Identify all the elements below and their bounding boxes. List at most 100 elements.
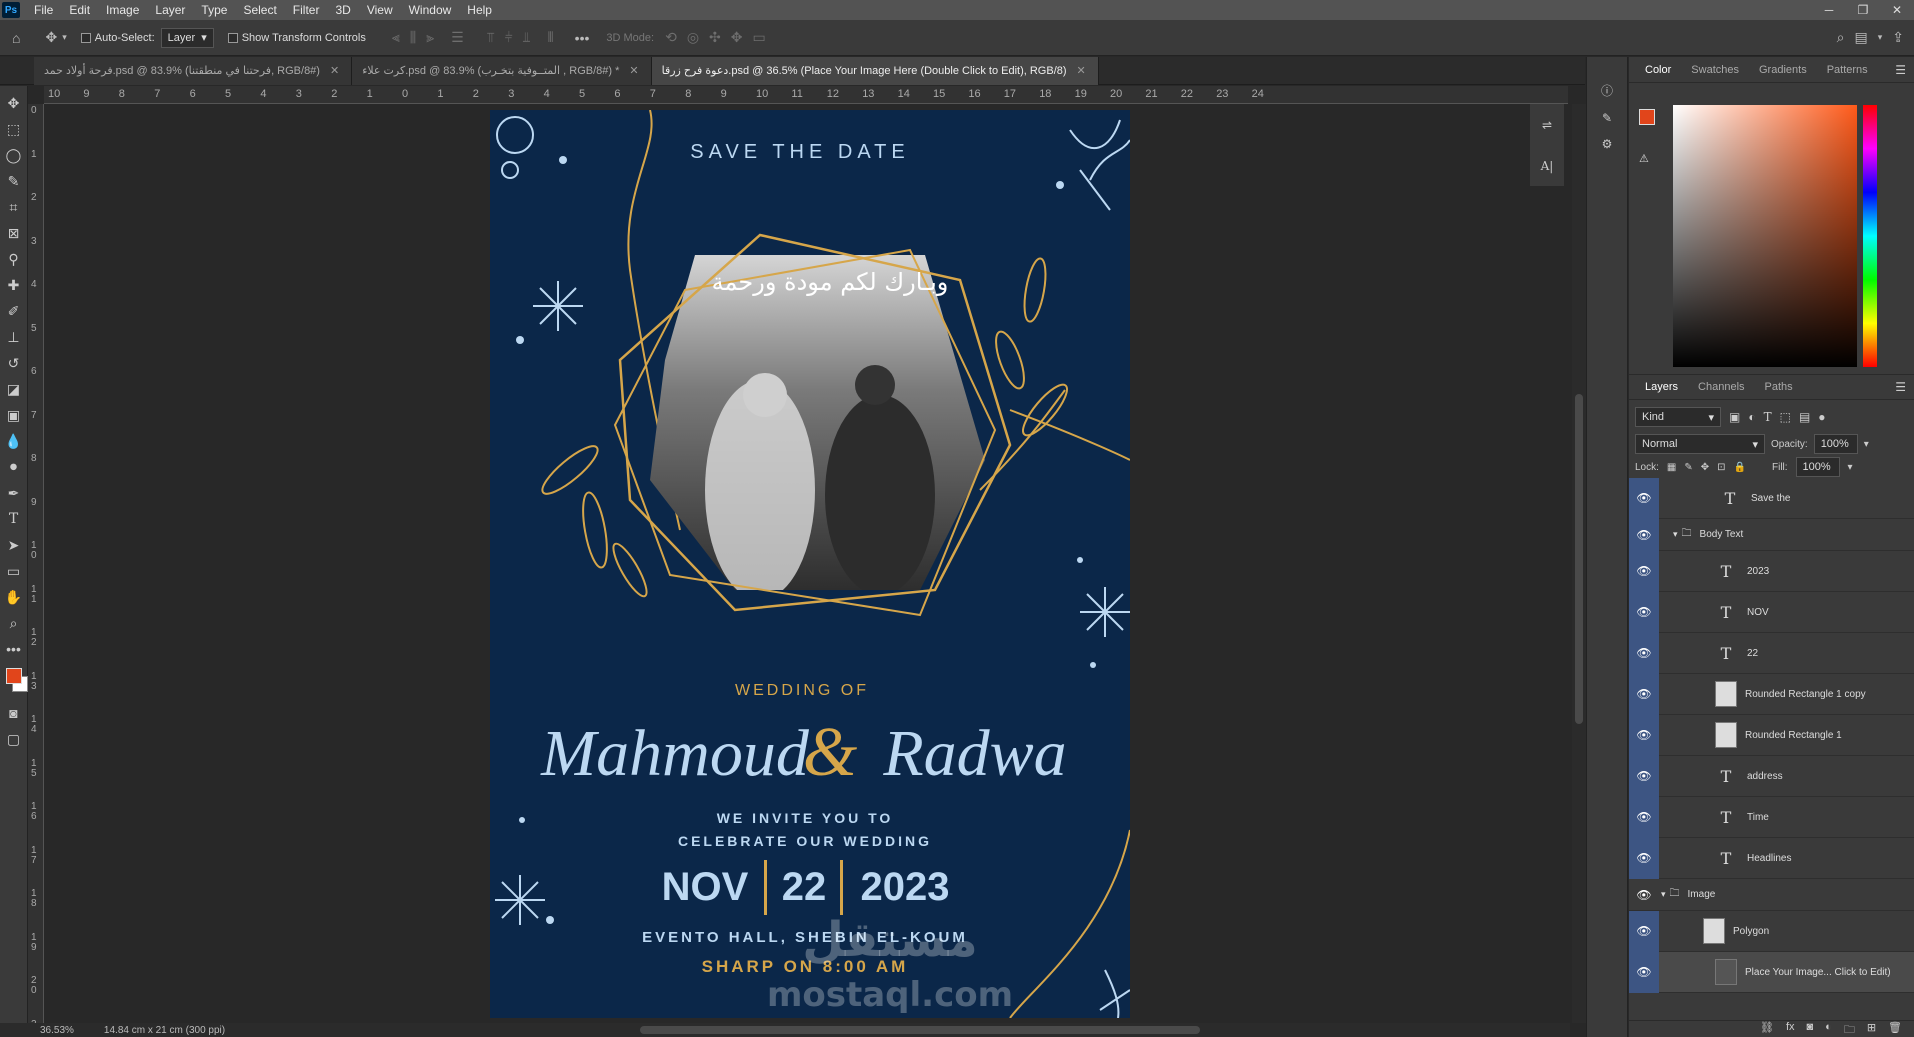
layer-row-place-your-image[interactable]: 👁 Place Your Image... Click to Edit) [1629,951,1914,993]
fill-input[interactable]: 100% [1795,457,1840,477]
more-tools-icon[interactable]: ••• [3,636,25,662]
search-icon[interactable]: ⌕ [1837,29,1845,46]
3d-camera-icon[interactable]: ▭ [753,29,766,46]
lock-transparency-icon[interactable]: ▦ [1667,462,1676,473]
filter-kind-dropdown[interactable]: Kind ▾ [1635,407,1721,427]
add-mask-icon[interactable]: ◙ [1807,1021,1814,1037]
menu-file[interactable]: File [26,0,61,20]
menu-image[interactable]: Image [98,0,147,20]
visibility-eye-icon[interactable]: 👁 [1629,714,1659,756]
brush-tool-icon[interactable]: ✐ [3,298,25,324]
tab-document-3[interactable]: دعوة فرح زرقا.psd @ 36.5% (Place Your Im… [651,57,1099,85]
visibility-eye-icon[interactable]: 👁 [1629,550,1659,592]
zoom-tool-icon[interactable]: ⌕ [3,610,25,636]
layer-row-time[interactable]: 👁 T Time [1629,796,1914,838]
visibility-eye-icon[interactable]: 👁 [1629,951,1659,993]
chevron-down-icon[interactable]: ▾ [1848,462,1853,473]
visibility-eye-icon[interactable]: 👁 [1629,910,1659,952]
align-left-icon[interactable]: ⫷ [392,29,400,46]
layer-style-icon[interactable]: fx [1786,1021,1795,1037]
layer-row-nov[interactable]: 👁 T NOV [1629,591,1914,633]
lock-artboard-icon[interactable]: ⊡ [1717,462,1725,473]
menu-help[interactable]: Help [459,0,500,20]
lock-all-icon[interactable]: 🔒 [1734,462,1746,473]
chevron-down-icon[interactable]: ▾ [1878,32,1883,43]
layer-row-headlines[interactable]: 👁 T Headlines [1629,837,1914,879]
tab-gradients[interactable]: Gradients [1749,64,1817,76]
filter-pixel-icon[interactable]: ▣ [1729,410,1740,424]
lock-pixels-icon[interactable]: ✎ [1684,462,1692,473]
color-picker-field[interactable] [1673,105,1857,367]
scroll-thumb[interactable] [640,1026,1200,1034]
frame-tool-icon[interactable]: ⊠ [3,220,25,246]
menu-edit[interactable]: Edit [61,0,98,20]
tab-document-1[interactable]: فرحة أولاد حمد.psd @ 83.9% (فرحتنا في من… [34,57,353,85]
distribute-icon[interactable]: ☰ [451,29,464,46]
align-bottom-icon[interactable]: ⫫ [523,29,531,46]
visibility-eye-icon[interactable]: 👁 [1629,591,1659,633]
close-icon[interactable]: ✕ [1077,57,1086,85]
layer-row-22[interactable]: 👁 T 22 [1629,632,1914,674]
filter-toggle-icon[interactable]: ● [1818,410,1825,424]
paragraph-panel-icon[interactable]: A| [1541,159,1554,173]
checkbox-icon[interactable] [227,32,238,43]
chevron-down-icon[interactable]: ▾ [1864,439,1869,450]
new-layer-icon[interactable]: ⊞ [1867,1021,1876,1037]
layer-row-rounded-rectangle[interactable]: 👁 Rounded Rectangle 1 [1629,714,1914,756]
layer-row-body-text[interactable]: 👁 ▾ 🗀 Body Text [1629,518,1914,551]
close-icon[interactable]: ✕ [1880,3,1914,17]
visibility-eye-icon[interactable]: 👁 [1629,796,1659,838]
path-select-tool-icon[interactable]: ➤ [3,532,25,558]
layer-row-polygon[interactable]: 👁 Polygon [1629,910,1914,952]
close-icon[interactable]: ✕ [330,57,339,85]
brush-settings-icon[interactable]: ✎ [1602,111,1612,125]
eyedropper-tool-icon[interactable]: ⚲ [3,246,25,272]
info-icon[interactable]: ⓘ [1601,82,1613,99]
pen-tool-icon[interactable]: ✒ [3,480,25,506]
move-tool-icon[interactable]: ✥ [3,90,25,116]
tab-paths[interactable]: Paths [1755,381,1803,393]
foreground-color-swatch[interactable] [1639,109,1655,125]
visibility-eye-icon[interactable]: 👁 [1629,879,1659,911]
3d-slide-icon[interactable]: ✥ [731,29,743,46]
move-tool-icon[interactable]: ✥ [45,29,57,46]
crop-tool-icon[interactable]: ⌗ [3,194,25,220]
visibility-eye-icon[interactable]: 👁 [1629,478,1659,519]
quick-select-tool-icon[interactable]: ✎ [3,168,25,194]
shape-tool-icon[interactable]: ▭ [3,558,25,584]
3d-roll-icon[interactable]: ◎ [687,29,699,46]
share-icon[interactable]: ⇪ [1892,29,1904,46]
character-panel-icon[interactable]: ⇌ [1542,118,1552,132]
scroll-thumb[interactable] [1575,394,1583,724]
menu-layer[interactable]: Layer [147,0,193,20]
tab-color[interactable]: Color [1635,64,1681,76]
layer-row-address[interactable]: 👁 Taddress [1629,755,1914,797]
menu-window[interactable]: Window [401,0,460,20]
align-center-icon[interactable]: ⫼ [410,29,416,46]
layer-row-rounded-rectangle-copy[interactable]: 👁 Rounded Rectangle 1 copy [1629,673,1914,715]
zoom-level[interactable]: 36.53% [40,1025,74,1036]
filter-smart-icon[interactable]: ▤ [1799,410,1810,424]
dodge-tool-icon[interactable]: ⚫ [3,454,25,480]
marquee-tool-icon[interactable]: ⬚ [3,116,25,142]
menu-filter[interactable]: Filter [285,0,328,20]
layer-row-save-the[interactable]: 👁 T Save the [1629,478,1914,519]
visibility-eye-icon[interactable]: 👁 [1629,632,1659,674]
link-layers-icon[interactable]: ⛓ [1760,1021,1774,1037]
tab-document-2[interactable]: كرت علاء.psd @ 83.9% (المتــوفية بتخـرب … [352,57,652,85]
blur-tool-icon[interactable]: 💧 [3,428,25,454]
filter-shape-icon[interactable]: ⬚ [1780,410,1791,424]
screen-mode-icon[interactable]: ▢ [3,726,25,752]
auto-select-dropdown[interactable]: Layer ▾ [160,27,214,48]
delete-layer-icon[interactable]: 🗑 [1888,1021,1902,1037]
filter-type-icon[interactable]: T [1764,410,1772,424]
visibility-eye-icon[interactable]: 👁 [1629,518,1659,551]
foreground-color-swatch[interactable] [5,668,22,684]
workspace-icon[interactable]: ▤ [1855,29,1868,46]
more-options-icon[interactable]: ••• [575,30,590,46]
home-icon[interactable]: ⌂ [12,30,20,46]
close-icon[interactable]: ✕ [629,57,638,85]
menu-select[interactable]: Select [235,0,284,20]
distribute-vertical-icon[interactable]: ⦀ [548,29,554,46]
canvas-area[interactable]: SAVE THE DATE وبـارك لكم مودة ورحمة WEDD… [44,104,1568,1023]
